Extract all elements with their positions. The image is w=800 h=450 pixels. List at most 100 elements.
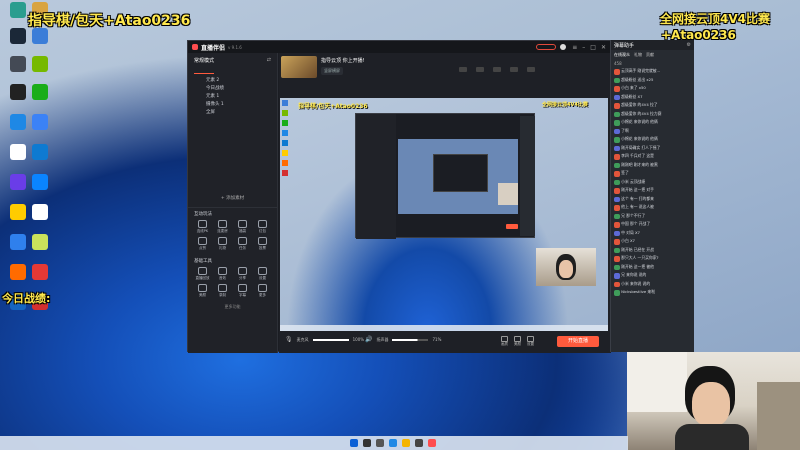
danmu-message: 刚开始 已经在 开战 [611,246,694,255]
fan-badge [614,120,621,126]
bottom-tool[interactable]: 美颜 [514,336,521,347]
danmu-message: 刚开局确实 打人下摇了 [611,144,694,153]
viewer-count: 458 [614,61,622,66]
close-icon[interactable]: ✕ [601,44,606,51]
scene-item[interactable]: 元素 2 [188,77,277,85]
interact-tool[interactable]: 红包 [254,220,271,234]
basic-tool[interactable]: 音效 [214,267,231,281]
mode-title[interactable]: 常规模式 [194,57,214,64]
app-icon [10,174,26,190]
mode-tag[interactable]: 竖屏横屏 [321,67,343,75]
danmu-message: 云顶高手 刚说完就被... [611,67,694,76]
overlay-top-left: 指导棋/包天+Atao0236 [28,13,191,29]
basic-tool[interactable]: 更多 [254,284,271,298]
interact-tools: 连线PK 连麦房 福袋 红包点赞 礼物 任务 投票 [188,220,277,251]
stat-icon-2[interactable] [476,67,484,72]
start-live-button[interactable]: 开始直播 [557,336,599,347]
cover-thumbnail[interactable] [281,56,317,78]
app-icon[interactable] [428,439,436,447]
interact-tool[interactable]: 连麦房 [214,220,231,234]
desktop-icon[interactable] [26,234,54,250]
stat-icon-5[interactable] [527,67,535,72]
interact-tool[interactable]: 连线PK [194,220,211,234]
add-material-button[interactable]: + 添加素材 [188,195,277,201]
basic-tool[interactable]: 设置 [254,267,271,281]
preview-canvas[interactable]: 指导棋/包天+Atao0236 全网接云顶4V4比赛 [280,98,608,331]
tool-icon [198,237,207,245]
desktop-icon[interactable] [26,204,54,220]
interact-tool[interactable]: 投票 [254,237,271,251]
stat-icon-3[interactable] [493,67,501,72]
fan-badge [614,86,621,92]
interact-tool[interactable]: 礼物 [214,237,231,251]
speaker-control: 🔊 扬声器 71% [365,336,441,343]
danmu-tabs: 在线观众 礼物 贡献 [611,50,694,60]
danmu-list[interactable]: 云顶高手 刚说完就被... 超级粉丝 送出 x25 小白 来了 x50 超级粉丝… [611,67,694,297]
danmu-tab[interactable]: 贡献 [646,52,654,58]
stream-title[interactable]: 指导云顶 你上开播! [321,57,365,64]
scene-item[interactable]: 元素 1 [188,93,277,101]
menu-icon[interactable]: ≡ [572,44,577,51]
basic-tool[interactable]: 直播回放 [194,267,211,281]
danmu-settings-icon[interactable]: ⚙ [687,42,691,48]
fan-badge [614,69,621,75]
desktop-icon[interactable] [26,264,54,280]
avatar[interactable] [560,44,567,50]
scene-tab-active[interactable] [194,68,214,74]
app-icon [32,264,48,280]
scene-item[interactable]: 今日战绩 [188,85,277,93]
speaker-icon[interactable]: 🔊 [365,336,372,343]
speaker-slider[interactable] [392,338,429,341]
basic-tool[interactable]: 分享 [234,267,251,281]
basic-tool[interactable]: 录制 [214,284,231,298]
desktop-icon[interactable] [26,56,54,72]
interact-tool[interactable]: 点赞 [194,237,211,251]
tool-icon [258,284,267,292]
mic-slider[interactable] [312,338,349,341]
desktop-icon[interactable] [26,174,54,190]
live-companion-window: 直播伴侣 v 9.1.6 ≡ – □ ✕ 常规模式 ⇄ 元素 2 今日战绩 元素 1… [187,40,611,353]
speaker-value: 71% [432,337,442,342]
desktop-icon[interactable] [26,84,54,100]
basic-tool[interactable]: 美颜 [194,284,211,298]
mic-icon[interactable]: 🎙 [285,336,293,343]
app-icon [32,204,48,220]
browser-icon[interactable] [389,439,397,447]
desktop-icon[interactable] [26,114,54,130]
fan-badge [614,137,621,143]
overlay-left-mid: 今日战绩: [2,292,51,305]
danmu-title: 弹幕助手 [614,42,635,49]
search-icon[interactable] [363,439,371,447]
stat-icon-1[interactable] [459,67,467,72]
preview-overlay-right: 全网接云顶4V4比赛 [542,102,588,108]
mic-value: 100% [352,337,365,342]
more-features-link[interactable]: 更多功能 [188,304,277,310]
app-icon [10,28,26,44]
bottom-tool[interactable]: 设置 [527,336,534,347]
tool-icon [198,284,207,292]
live-status-pill[interactable] [536,44,557,50]
danmu-tab[interactable]: 礼物 [634,52,642,58]
obs-icon[interactable] [415,439,423,447]
start-icon[interactable] [350,439,358,447]
basic-tool[interactable]: 字幕 [234,284,251,298]
desktop-icon[interactable] [26,144,54,160]
scene-item[interactable]: 全屏 [188,109,277,117]
stat-icon-4[interactable] [510,67,518,72]
scene-item[interactable]: 摄像头 1 [188,101,277,109]
danmu-message: 超级粉丝 送出 x25 [611,76,694,85]
fan-badge [614,77,621,83]
desktop-icon[interactable] [26,28,54,44]
app-logo-icon [192,44,198,50]
fan-badge [614,128,621,134]
minimize-icon[interactable]: – [582,44,585,51]
explorer-icon[interactable] [402,439,410,447]
bottom-tool[interactable]: 画质 [501,336,508,347]
task-view-icon[interactable] [376,439,384,447]
maximize-icon[interactable]: □ [590,44,596,51]
danmu-tab[interactable]: 在线观众 [614,52,630,58]
interact-tool[interactable]: 福袋 [234,220,251,234]
interact-tool[interactable]: 任务 [234,237,251,251]
danmu-message: 超级粉丝 X7 [611,93,694,102]
mode-toggle-icon[interactable]: ⇄ [267,57,271,64]
